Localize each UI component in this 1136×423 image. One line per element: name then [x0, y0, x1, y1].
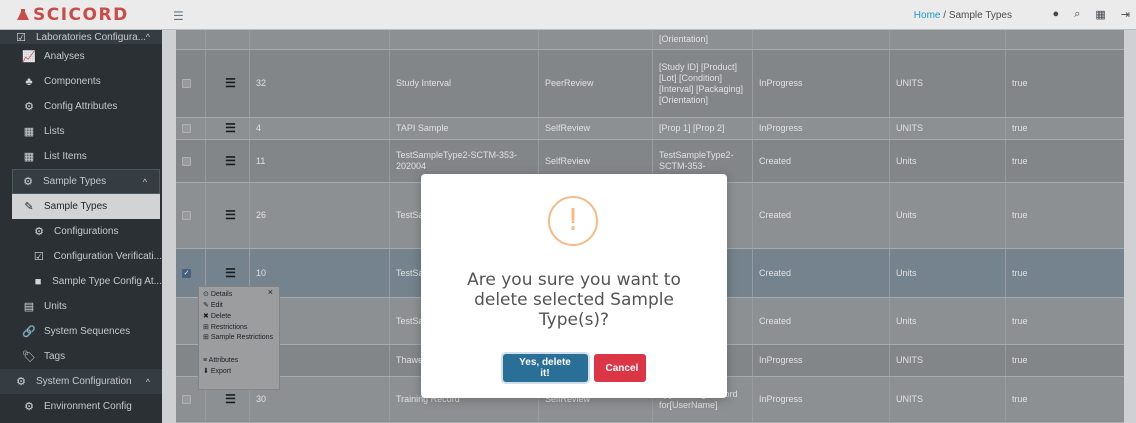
confirm-delete-dialog: ! Are you sure you want to delete select… — [421, 174, 727, 398]
dialog-actions: Yes, delete it! Cancel — [421, 354, 727, 382]
warning-icon: ! — [548, 196, 598, 246]
dialog-title: Are you sure you want to delete selected… — [467, 270, 681, 330]
confirm-delete-button[interactable]: Yes, delete it! — [502, 354, 588, 382]
cancel-button[interactable]: Cancel — [593, 354, 646, 382]
